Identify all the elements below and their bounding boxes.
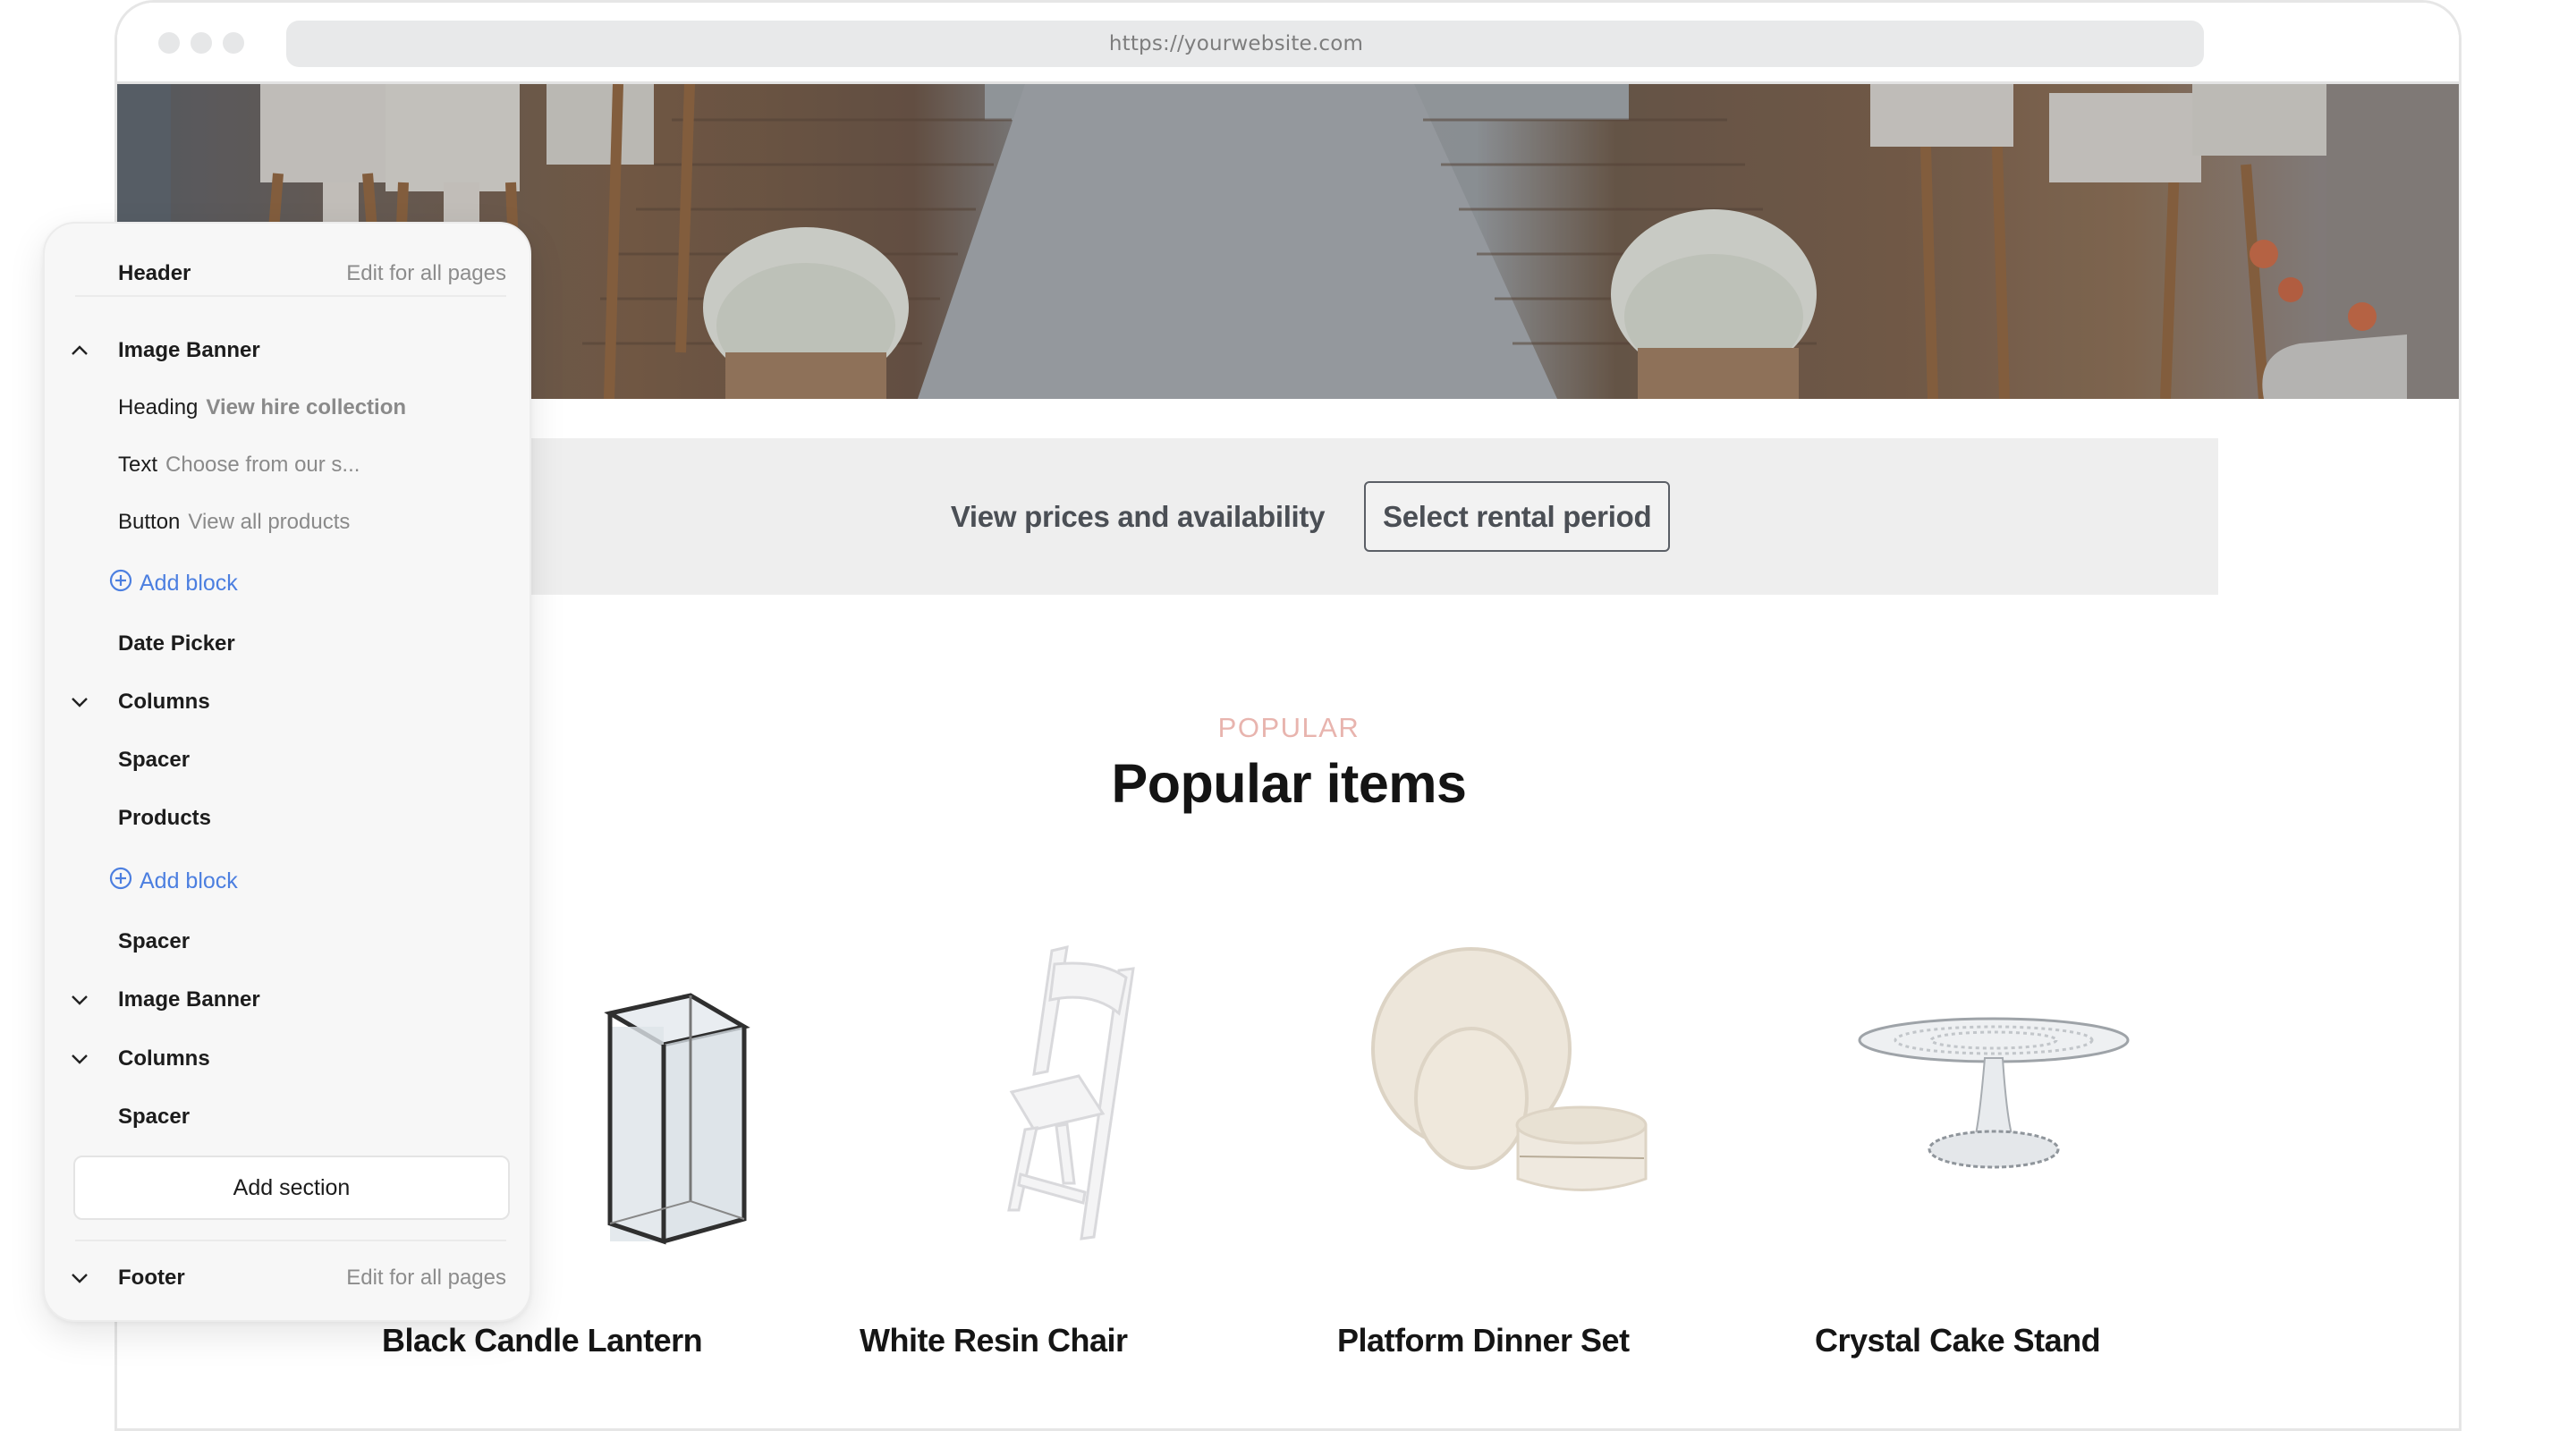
add-block-label: Add block bbox=[140, 868, 238, 893]
url-text: https://yourwebsite.com bbox=[1108, 32, 1364, 55]
plus-circle-icon bbox=[109, 867, 132, 896]
plus-circle-icon bbox=[109, 569, 132, 598]
panel-item-footer[interactable]: Footer Edit for all pages bbox=[45, 1260, 530, 1296]
section-editor-panel: Header Edit for all pages Image Banner H… bbox=[43, 222, 531, 1322]
item-label: Products bbox=[118, 806, 212, 830]
add-section-button[interactable]: Add section bbox=[73, 1156, 510, 1220]
dinner-set-image bbox=[1371, 947, 1648, 1191]
add-block-button[interactable]: Add block bbox=[45, 565, 530, 601]
block-type: Text bbox=[118, 453, 158, 477]
window-maximize-dot[interactable] bbox=[223, 32, 244, 54]
add-block-button[interactable]: Add block bbox=[45, 863, 530, 899]
product-card[interactable]: Platform Dinner Set bbox=[1337, 915, 1802, 1362]
item-label: Spacer bbox=[118, 748, 191, 772]
panel-item-date-picker[interactable]: Date Picker bbox=[45, 626, 530, 662]
panel-item-spacer[interactable]: Spacer bbox=[45, 742, 530, 778]
item-label: Date Picker bbox=[118, 631, 235, 656]
cake-stand-image bbox=[1858, 1017, 2130, 1169]
chevron-down-icon[interactable] bbox=[66, 689, 93, 716]
browser-toolbar: https://yourwebsite.com bbox=[117, 3, 2459, 84]
window-close-dot[interactable] bbox=[158, 32, 180, 54]
block-value: Choose from our s... bbox=[165, 453, 360, 477]
panel-item-products[interactable]: Products bbox=[45, 800, 530, 836]
window-minimize-dot[interactable] bbox=[191, 32, 212, 54]
block-value: View hire collection bbox=[206, 395, 407, 419]
panel-item-spacer[interactable]: Spacer bbox=[45, 1099, 530, 1135]
product-title[interactable]: Platform Dinner Set bbox=[1337, 1322, 1802, 1359]
panel-item-header[interactable]: Header Edit for all pages bbox=[45, 256, 530, 292]
chevron-down-icon[interactable] bbox=[66, 1046, 93, 1072]
divider bbox=[75, 295, 506, 297]
block-type: Heading bbox=[118, 395, 199, 419]
panel-block-text[interactable]: Text Choose from our s... bbox=[45, 447, 530, 483]
item-label: Columns bbox=[118, 690, 210, 714]
panel-item-image-banner[interactable]: Image Banner bbox=[45, 982, 530, 1018]
item-label: Image Banner bbox=[118, 338, 260, 362]
edit-for-all-pages-link[interactable]: Edit for all pages bbox=[346, 1266, 506, 1291]
item-label: Header bbox=[118, 261, 191, 285]
product-title[interactable]: Crystal Cake Stand bbox=[1815, 1322, 2280, 1359]
item-label: Spacer bbox=[118, 1105, 191, 1129]
block-value: View all products bbox=[188, 510, 351, 534]
panel-block-heading[interactable]: Heading View hire collection bbox=[45, 390, 530, 426]
panel-item-image-banner[interactable]: Image Banner bbox=[45, 333, 530, 368]
product-card[interactable]: White Resin Chair bbox=[860, 915, 1325, 1362]
chevron-down-icon[interactable] bbox=[66, 1265, 93, 1291]
item-label: Columns bbox=[118, 1046, 210, 1071]
chevron-up-icon[interactable] bbox=[66, 337, 93, 364]
add-block-label: Add block bbox=[140, 570, 238, 596]
product-card[interactable]: Crystal Cake Stand bbox=[1815, 915, 2280, 1362]
item-label: Image Banner bbox=[118, 987, 260, 1012]
select-rental-period-button[interactable]: Select rental period bbox=[1364, 481, 1671, 552]
panel-item-columns[interactable]: Columns bbox=[45, 1041, 530, 1077]
product-title[interactable]: Black Candle Lantern bbox=[382, 1322, 847, 1359]
product-title[interactable]: White Resin Chair bbox=[860, 1322, 1325, 1359]
panel-item-columns[interactable]: Columns bbox=[45, 684, 530, 720]
folding-chair-image bbox=[1007, 945, 1135, 1240]
panel-item-spacer[interactable]: Spacer bbox=[45, 924, 530, 960]
chevron-down-icon[interactable] bbox=[66, 986, 93, 1013]
address-bar[interactable]: https://yourwebsite.com bbox=[286, 21, 2204, 67]
edit-for-all-pages-link[interactable]: Edit for all pages bbox=[346, 261, 506, 286]
item-label: Footer bbox=[118, 1266, 185, 1290]
availability-prompt: View prices and availability bbox=[950, 499, 1326, 533]
date-picker-bar: View prices and availability Select rent… bbox=[530, 438, 2218, 595]
panel-block-button[interactable]: Button View all products bbox=[45, 504, 530, 540]
item-label: Spacer bbox=[118, 929, 191, 953]
block-type: Button bbox=[118, 510, 181, 534]
divider bbox=[75, 1240, 506, 1241]
